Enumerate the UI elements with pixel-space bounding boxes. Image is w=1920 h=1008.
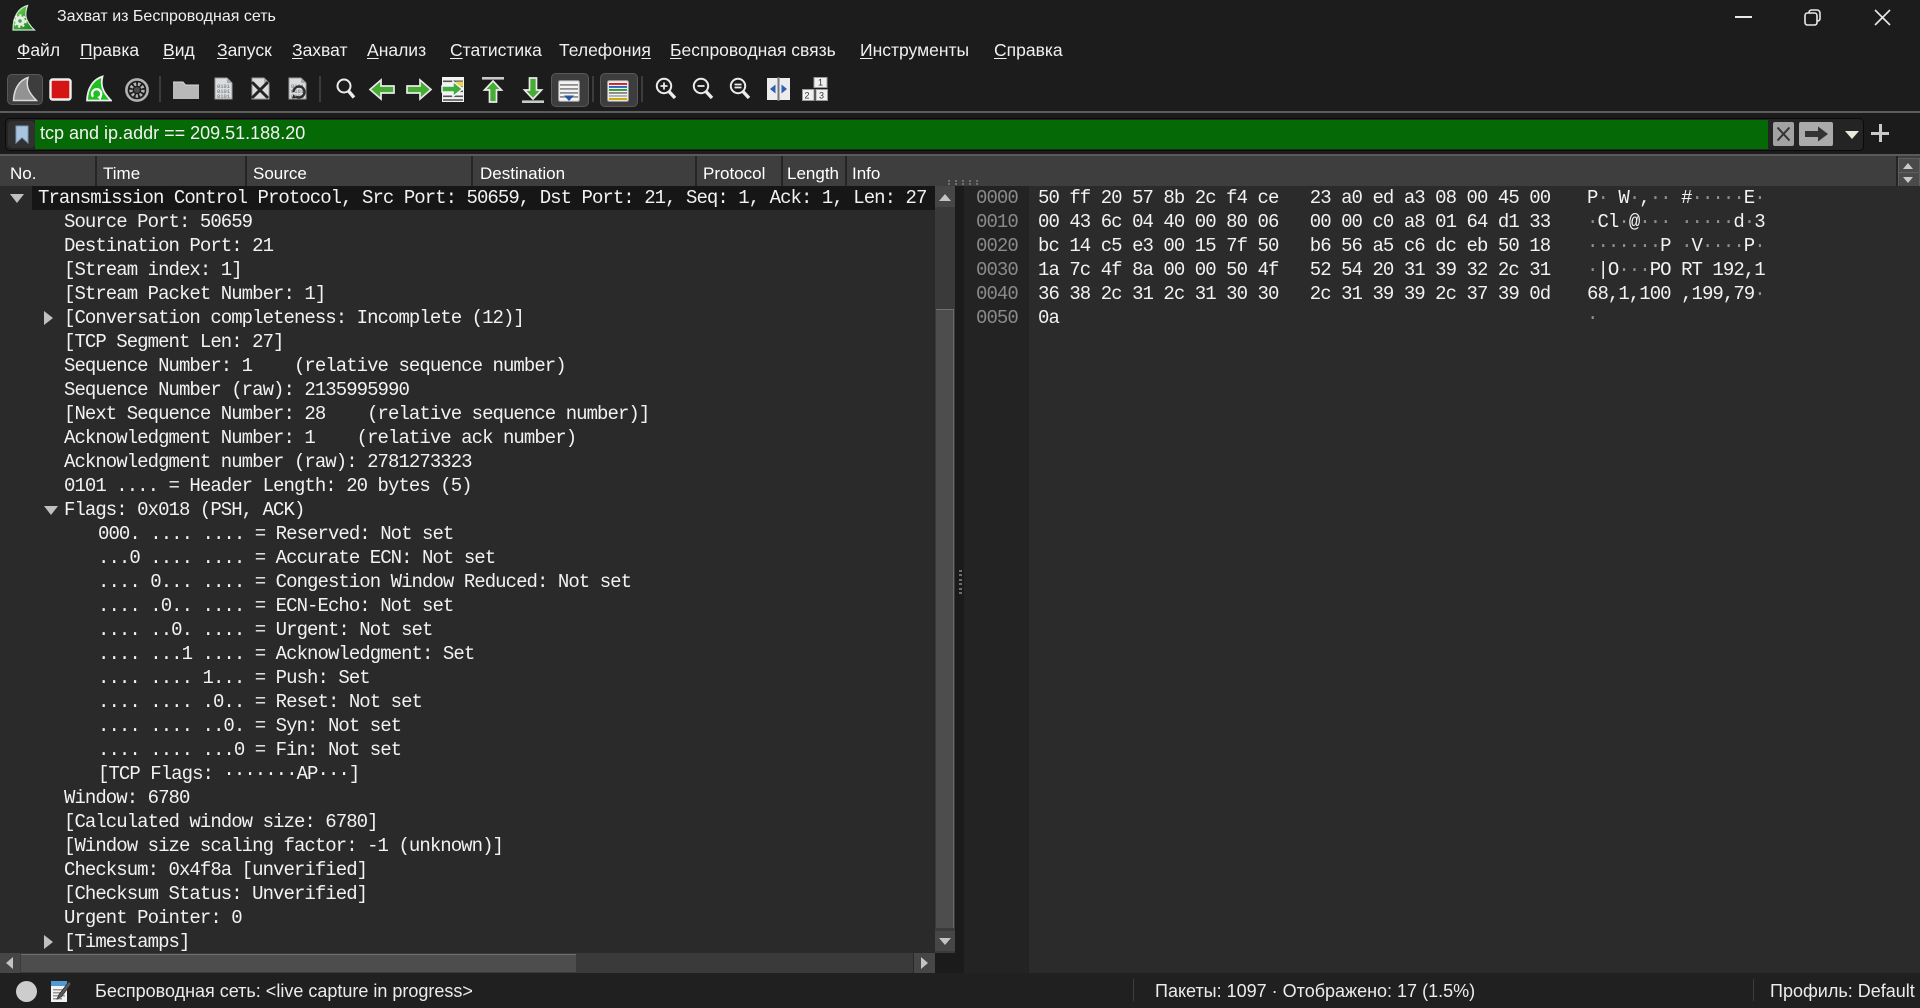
svg-text:0101: 0101 [217, 94, 230, 100]
svg-text:2: 2 [805, 91, 810, 101]
svg-text:1: 1 [818, 78, 823, 88]
svg-text:3: 3 [819, 91, 824, 101]
